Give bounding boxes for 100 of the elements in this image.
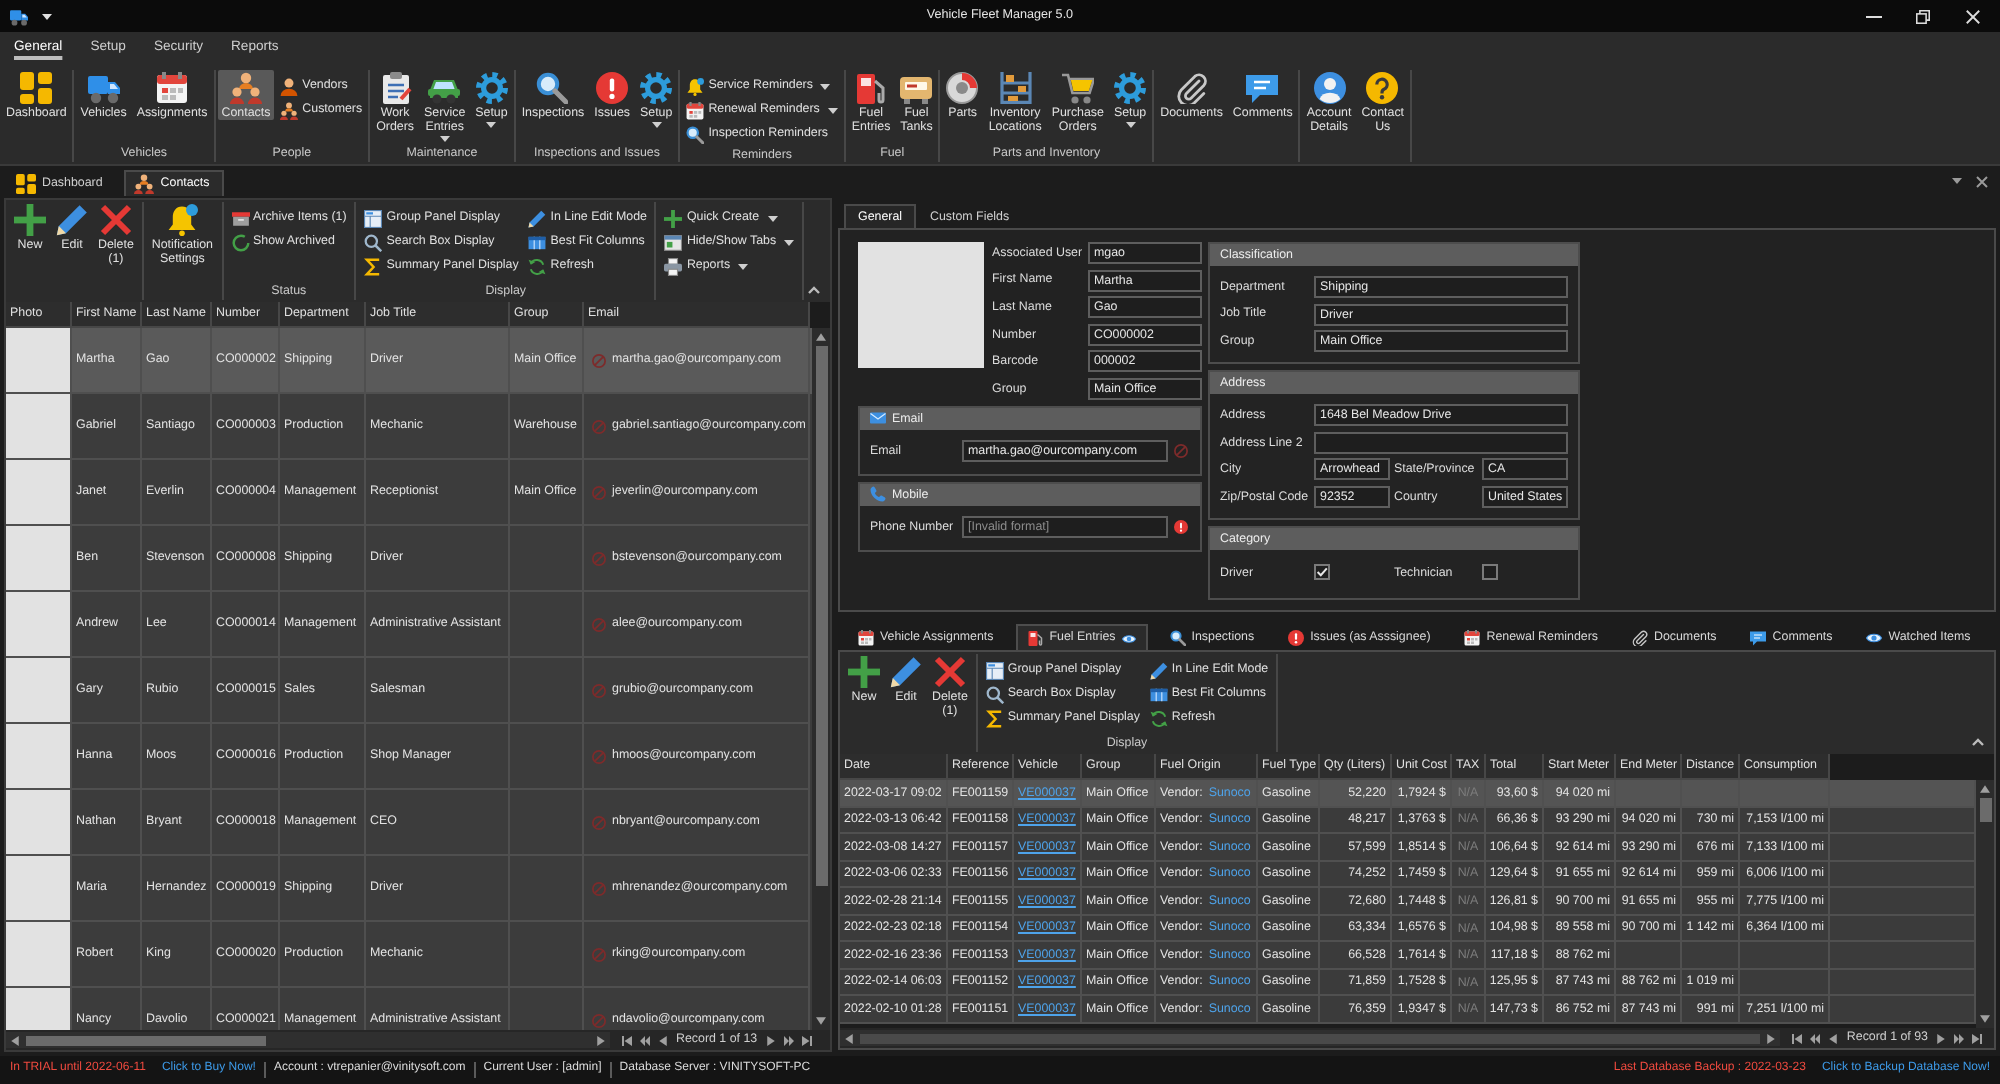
ring-icon [592,617,606,631]
archive-icon [231,209,249,227]
chevron-up-icon[interactable] [808,286,820,294]
person-icon [280,77,299,95]
truck-icon [10,7,28,25]
double-right-icon[interactable] [1954,1033,1964,1043]
pencil-icon [1149,661,1168,679]
sigma-icon [364,257,383,275]
plus-icon [848,656,880,688]
arrow-left-icon[interactable] [1828,1033,1839,1043]
gear-icon [640,72,673,104]
paperclip-icon [1175,72,1208,104]
skip-back-icon[interactable] [622,1035,632,1045]
arrow-right-icon[interactable] [596,1035,606,1045]
alert-icon [1288,630,1305,646]
photo-placeholder [6,856,70,920]
people-icon [280,101,299,119]
arrow-up-icon[interactable] [816,332,826,342]
shelves-icon [999,72,1032,104]
scrollbar[interactable] [6,1032,610,1048]
search-icon [985,685,1004,703]
scrollbar-thumb[interactable] [26,1035,266,1045]
arrow-down-icon[interactable] [816,1016,826,1026]
printer-icon [664,257,683,275]
plus-icon [14,204,46,236]
double-left-icon[interactable] [640,1035,650,1045]
eye-icon [1866,630,1883,646]
double-left-icon[interactable] [1810,1033,1821,1043]
gear-icon [1114,72,1147,104]
tank-icon [900,72,933,104]
envelope-icon [870,410,886,427]
fuel-pump-icon [1027,630,1044,646]
arrow-right-icon[interactable] [1766,1033,1777,1043]
ring-icon [592,353,606,367]
photo-placeholder [6,790,70,854]
eye-icon [1121,631,1136,645]
scrollbar-thumb[interactable] [860,1033,1761,1043]
sigma-icon [985,709,1004,727]
arrow-down-icon[interactable] [1980,1014,1990,1024]
pencil-icon [890,656,922,688]
skip-forward-icon[interactable] [1972,1033,1982,1043]
phone-icon [870,486,886,503]
restore-icon [1916,9,1930,23]
close-icon [1966,9,1980,23]
people-icon [229,72,262,104]
chevron-up-icon[interactable] [1972,738,1984,746]
plus-icon [664,209,683,227]
alert-icon [596,72,629,104]
gear-icon [475,72,508,104]
calendar-icon [156,72,189,104]
magnifier-icon [1169,630,1186,646]
ring-icon [592,749,606,763]
scrollbar[interactable] [840,1030,1781,1046]
scrollbar-thumb[interactable] [815,346,827,886]
skip-back-icon[interactable] [1792,1033,1803,1043]
bell-icon [166,204,199,236]
magnifier-icon [686,125,705,143]
skip-forward-icon[interactable] [801,1035,812,1045]
magnifier-icon [536,72,569,104]
caret-icon[interactable] [1952,178,1962,184]
grid-icon [364,209,383,227]
photo-placeholder [6,460,70,524]
ring-icon [592,683,606,697]
cross-icon [933,656,966,688]
arrow-left-icon[interactable] [10,1035,20,1045]
text-field[interactable] [1314,431,1568,454]
ring-icon [592,551,606,565]
ring-icon [592,815,606,829]
photo-placeholder [6,592,70,656]
checkbox[interactable] [1314,564,1330,581]
arrow-left-icon[interactable] [658,1035,668,1045]
calendar-icon [686,101,705,119]
calendar-icon [858,630,874,646]
arrow-left-icon[interactable] [844,1033,854,1043]
columns-icon [1149,685,1168,703]
photo-placeholder [6,328,70,392]
disc-icon [946,72,979,104]
refresh-icon [1149,709,1168,727]
grid-icon [985,661,1004,679]
ring-icon [592,1013,606,1027]
pencil-icon [528,209,547,227]
refresh-icon [528,257,547,275]
scrollbar[interactable] [1976,780,1994,1028]
calendar-icon [1464,630,1481,646]
arrow-right-icon[interactable] [765,1035,776,1045]
scrollbar[interactable] [812,328,830,1030]
arrow-up-icon[interactable] [1980,784,1990,794]
paperclip-icon [1631,630,1648,646]
scrollbar-thumb[interactable] [1979,798,1991,822]
user-icon [1313,72,1346,104]
photo-placeholder [858,242,984,368]
tiles-icon [16,174,36,194]
window-icon [664,233,683,251]
checkbox[interactable] [1482,564,1498,581]
caret-icon[interactable] [42,13,52,19]
arrow-right-icon[interactable] [1936,1033,1946,1043]
double-right-icon[interactable] [783,1035,794,1045]
close-icon[interactable] [1976,175,1988,187]
ring-icon [592,947,606,961]
tiles-icon [20,72,53,104]
